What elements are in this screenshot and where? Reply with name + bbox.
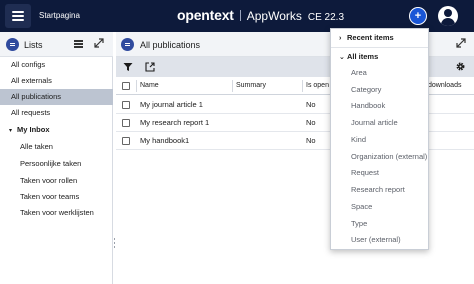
product-name: AppWorks	[246, 9, 302, 23]
menu-item-type[interactable]: Type	[351, 217, 367, 231]
inbox-group[interactable]: ▾ My Inbox	[0, 122, 113, 138]
new-item-button[interactable]: +	[409, 7, 427, 25]
page-title: All publications	[140, 40, 201, 50]
lists-panel: Lists All configs All externals All publ…	[0, 32, 113, 284]
cell-is-open: No	[306, 136, 316, 145]
menu-item-organization-external[interactable]: Organization (external)	[351, 150, 427, 164]
plus-icon: +	[414, 9, 422, 22]
list-item-all-requests[interactable]: All requests	[0, 105, 113, 121]
all-items-label: All items	[347, 52, 379, 61]
expand-icon[interactable]	[94, 38, 104, 48]
lists-header: Lists	[0, 32, 113, 57]
chevron-right-icon: ›	[339, 35, 342, 42]
column-header-is-open[interactable]: Is open	[306, 77, 330, 95]
cell-is-open: No	[306, 118, 316, 127]
menu-item-category[interactable]: Category	[351, 83, 381, 97]
open-in-new-icon[interactable]	[145, 62, 155, 72]
inbox-item-alle-taken[interactable]: Alle taken	[0, 139, 113, 155]
brand-divider	[239, 10, 241, 21]
list-item-all-externals[interactable]: All externals	[0, 73, 113, 89]
filter-icon[interactable]	[123, 62, 133, 72]
opentext-logo: opentext	[177, 7, 234, 23]
cell-name[interactable]: My research report 1	[140, 114, 209, 132]
column-header-summary[interactable]: Summary	[236, 77, 304, 95]
row-checkbox[interactable]	[122, 137, 130, 145]
hamburger-menu-icon[interactable]	[5, 4, 31, 28]
chevron-down-icon: ▾	[9, 128, 13, 134]
row-checkbox[interactable]	[122, 119, 130, 127]
select-all-checkbox[interactable]	[122, 82, 130, 90]
user-avatar-icon[interactable]	[438, 6, 458, 26]
menu-divider	[331, 47, 428, 48]
inbox-item-taken-voor-teams[interactable]: Taken voor teams	[0, 189, 113, 205]
menu-item-kind[interactable]: Kind	[351, 133, 366, 147]
inbox-item-taken-voor-rollen[interactable]: Taken voor rollen	[0, 173, 113, 189]
menu-item-area[interactable]: Area	[351, 66, 367, 80]
column-header-name[interactable]: Name	[140, 77, 230, 95]
recent-items-toggle[interactable]: › Recent items	[331, 30, 428, 46]
menu-item-space[interactable]: Space	[351, 200, 372, 214]
inbox-item-taken-voor-werklijsten[interactable]: Taken voor werklijsten	[0, 205, 113, 221]
cell-name[interactable]: My journal article 1	[140, 96, 203, 114]
inbox-label: My Inbox	[17, 125, 50, 134]
menu-item-request[interactable]: Request	[351, 166, 379, 180]
chevron-down-icon: ⌄	[339, 54, 345, 61]
inbox-item-persoonlijke-taken[interactable]: Persoonlijke taken	[0, 156, 113, 172]
expand-icon[interactable]	[456, 38, 466, 48]
list-item-all-publications[interactable]: All publications	[0, 89, 113, 105]
recent-items-label: Recent items	[347, 33, 394, 42]
menu-item-research-report[interactable]: Research report	[351, 183, 405, 197]
list-icon	[121, 38, 134, 51]
menu-item-handbook[interactable]: Handbook	[351, 99, 385, 113]
menu-item-journal-article[interactable]: Journal article	[351, 116, 398, 130]
product-version: CE 22.3	[307, 12, 345, 23]
menu-item-user-external[interactable]: User (external)	[351, 233, 401, 247]
brand-logo: opentext AppWorks CE 22.3	[177, 7, 344, 25]
lists-title: Lists	[24, 40, 43, 50]
breadcrumb[interactable]: Startpagina	[39, 11, 80, 20]
all-items-toggle[interactable]: ⌄ All items	[331, 49, 428, 65]
column-header-downloads[interactable]: downloads	[428, 77, 472, 95]
new-item-dropdown: › Recent items ⌄ All items Area Category H…	[330, 28, 429, 250]
cell-is-open: No	[306, 100, 316, 109]
gear-icon[interactable]	[455, 61, 466, 72]
cell-name[interactable]: My handbook1	[140, 132, 189, 150]
list-menu-icon[interactable]	[74, 40, 83, 48]
lists-icon	[6, 38, 19, 51]
row-checkbox[interactable]	[122, 101, 130, 109]
list-item-all-configs[interactable]: All configs	[0, 57, 113, 73]
